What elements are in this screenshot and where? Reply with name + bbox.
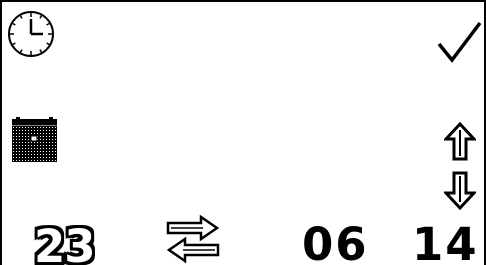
calendar-icon — [12, 117, 57, 162]
clock-settings-screen: 23 06 14 — [0, 0, 486, 265]
day-value[interactable]: 23 — [30, 222, 99, 265]
arrow-down-icon[interactable] — [444, 170, 476, 210]
checkmark-icon[interactable] — [436, 20, 482, 64]
minute-value[interactable]: 14 — [412, 222, 479, 265]
clock-icon — [6, 9, 56, 59]
hour-value[interactable]: 06 — [302, 222, 369, 265]
swap-arrows-icon[interactable] — [165, 215, 221, 263]
arrow-up-icon[interactable] — [444, 122, 476, 162]
